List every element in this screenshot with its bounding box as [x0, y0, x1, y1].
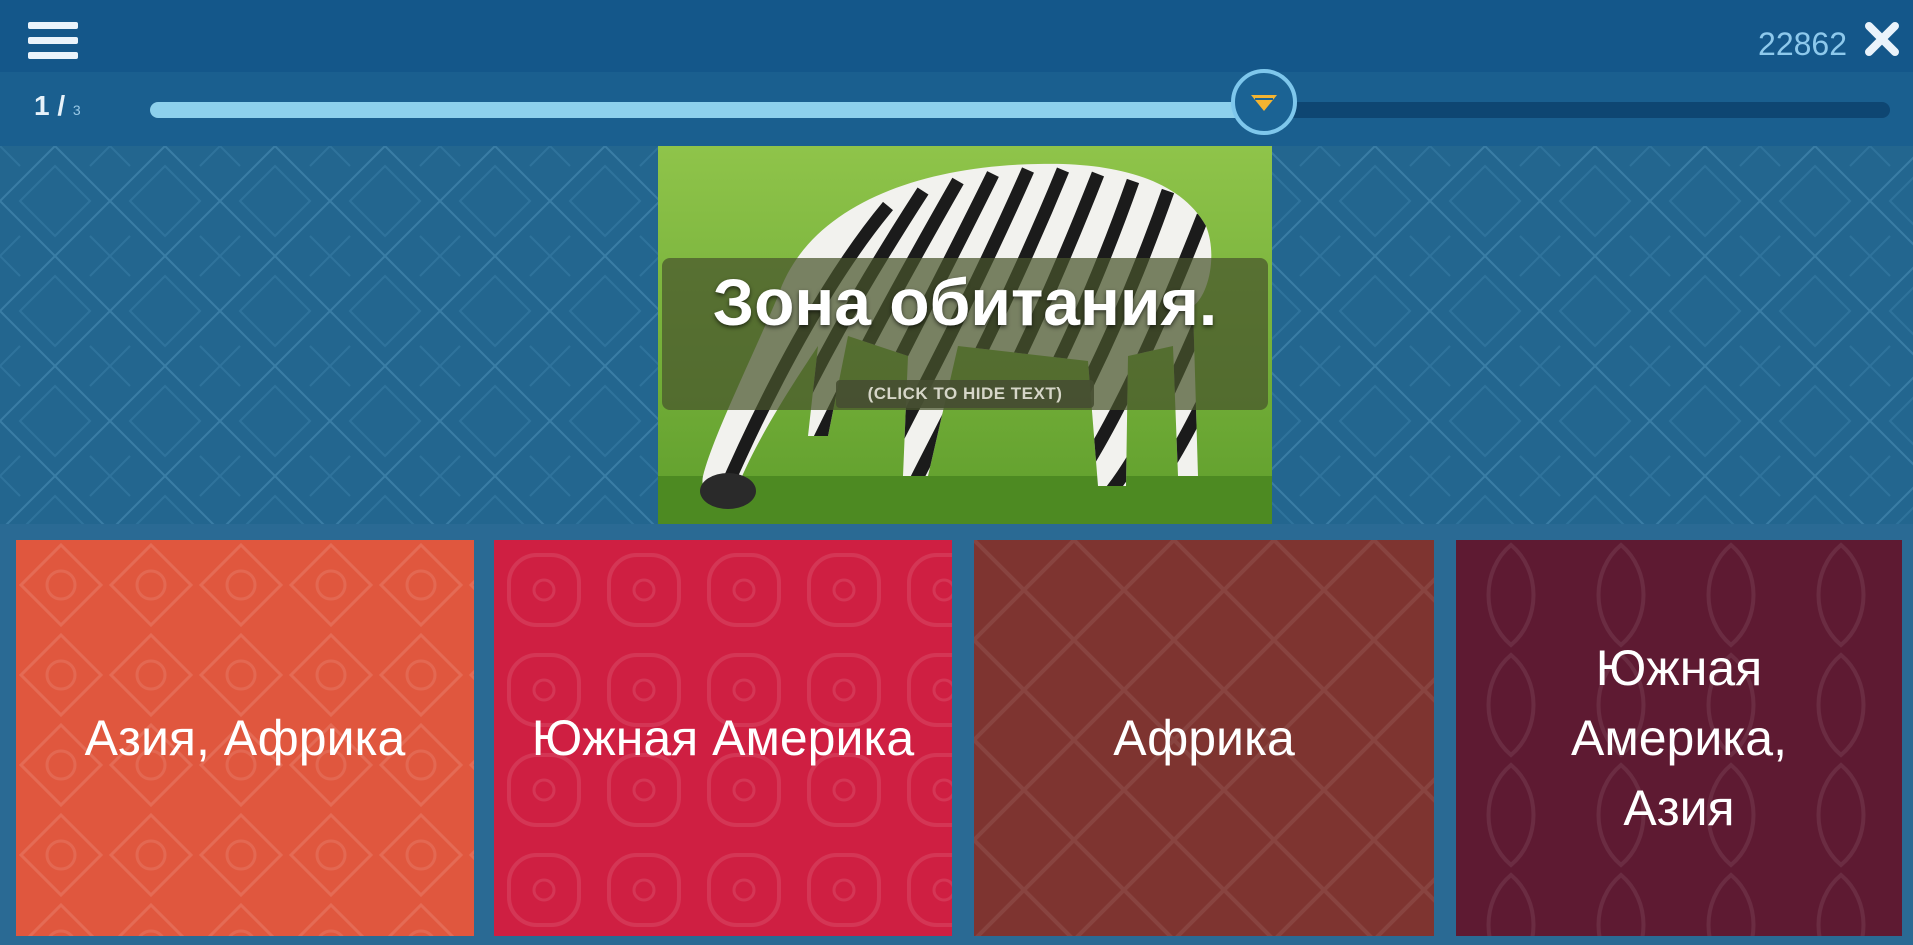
answer-option-2[interactable]: Южная Америка	[494, 540, 952, 936]
answer-option-3[interactable]: Африка	[974, 540, 1434, 936]
progress-fill	[150, 102, 1264, 118]
score-counter: 22862	[1758, 26, 1847, 62]
answer-option-1[interactable]: Азия, Африка	[16, 540, 474, 936]
progress-track[interactable]	[150, 69, 1890, 135]
answers-panel: Азия, Африка Южная Америка Африка Южная …	[0, 524, 1913, 945]
question-text: Зона обитания.	[712, 265, 1218, 339]
current-question: 1 /	[34, 90, 66, 121]
progress-row: 1 / 3	[0, 69, 1913, 146]
chevron-down-icon	[1250, 95, 1277, 111]
answer-label: Южная Америка	[531, 710, 915, 766]
close-x-icon[interactable]	[1861, 18, 1903, 60]
hamburger-menu-icon[interactable]	[28, 22, 78, 60]
question-area: Зона обитания. (CLICK TO HIDE TEXT)	[0, 146, 1913, 524]
question-counter: 1 / 3	[34, 90, 81, 122]
hide-text-button[interactable]: (CLICK TO HIDE TEXT)	[836, 380, 1094, 408]
answer-label: Африка	[1113, 710, 1295, 766]
top-bar: 22862	[0, 0, 1913, 72]
total-questions: 3	[72, 102, 81, 118]
answer-option-4[interactable]: Южная Америка, Азия	[1456, 540, 1902, 936]
answer-label: Азия, Африка	[84, 710, 406, 766]
answer-label: Южная Америка, Азия	[1571, 640, 1787, 836]
question-card[interactable]: Зона обитания. (CLICK TO HIDE TEXT)	[658, 146, 1272, 524]
progress-knob[interactable]	[1230, 69, 1297, 135]
